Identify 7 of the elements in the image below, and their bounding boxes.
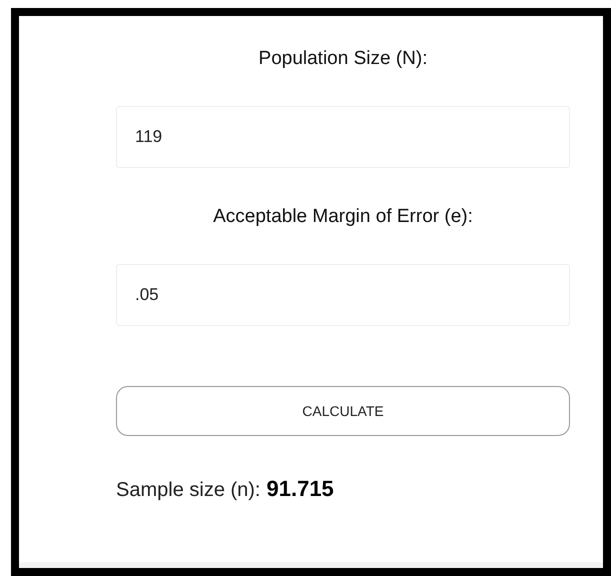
result-label: Sample size (n):: [116, 479, 260, 502]
input-field[interactable]: .05: [116, 264, 570, 326]
result-value: 91.715: [266, 476, 334, 502]
input-field[interactable]: 119: [116, 106, 570, 168]
field-label: Population Size (N):: [258, 48, 428, 70]
field-label: Acceptable Margin of Error (e):: [212, 206, 474, 228]
calculate-button[interactable]: CALCULATE: [116, 386, 570, 436]
